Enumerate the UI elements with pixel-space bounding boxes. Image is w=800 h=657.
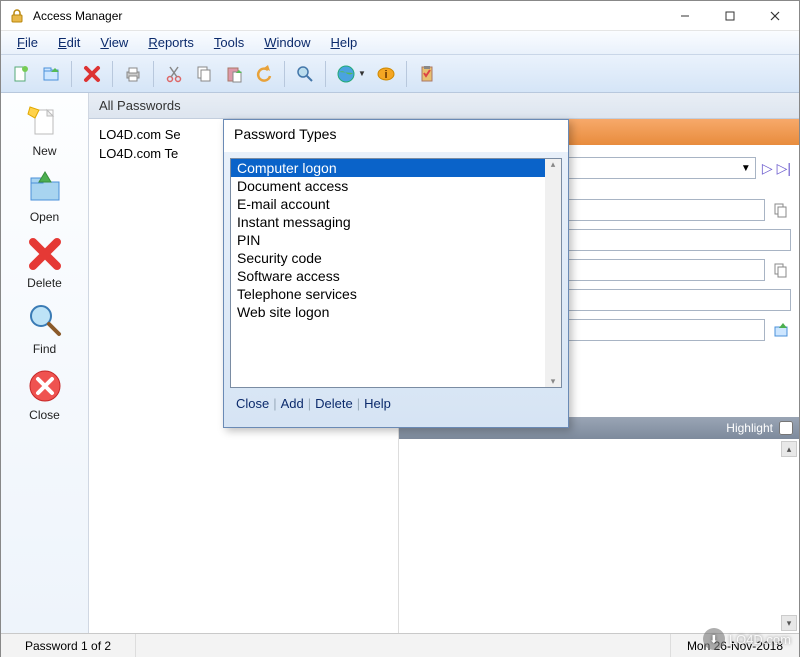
open-doc-icon[interactable] bbox=[37, 60, 65, 88]
list-item[interactable]: Security code bbox=[231, 249, 561, 267]
listbox-scrollbar[interactable]: ▴▾ bbox=[545, 159, 561, 387]
magnifier-icon bbox=[27, 302, 63, 338]
open-url-icon[interactable] bbox=[771, 320, 791, 340]
menu-window[interactable]: Window bbox=[254, 33, 320, 52]
copy-small-icon[interactable] bbox=[771, 260, 791, 280]
highlight-label: Highlight bbox=[726, 421, 773, 435]
copy-icon[interactable] bbox=[190, 60, 218, 88]
list-item[interactable]: Web site logon bbox=[231, 303, 561, 321]
info-icon[interactable]: i bbox=[372, 60, 400, 88]
statusbar: Password 1 of 2 Mon 26-Nov-2018 bbox=[1, 633, 799, 657]
new-file-icon bbox=[27, 104, 63, 140]
list-item[interactable]: Software access bbox=[231, 267, 561, 285]
list-item[interactable]: Document access bbox=[231, 177, 561, 195]
tab-all-passwords[interactable]: All Passwords bbox=[89, 93, 799, 119]
delete-x-icon[interactable] bbox=[78, 60, 106, 88]
clipboard-icon[interactable] bbox=[413, 60, 441, 88]
delete-icon bbox=[27, 236, 63, 272]
titlebar: Access Manager bbox=[1, 1, 799, 31]
print-icon[interactable] bbox=[119, 60, 147, 88]
minimize-button[interactable] bbox=[662, 2, 707, 30]
dialog-help-button[interactable]: Help bbox=[364, 396, 391, 411]
toolbar-sep bbox=[71, 61, 72, 87]
dialog-add-button[interactable]: Add bbox=[281, 396, 304, 411]
sidebar-find[interactable]: Find bbox=[9, 297, 81, 361]
find-icon[interactable] bbox=[291, 60, 319, 88]
new-doc-icon[interactable] bbox=[7, 60, 35, 88]
sidebar-new[interactable]: New bbox=[9, 99, 81, 163]
scroll-up-icon[interactable]: ▴ bbox=[781, 441, 797, 457]
close-circle-icon bbox=[27, 368, 63, 404]
tab-label: All Passwords bbox=[99, 98, 181, 113]
sidebar-open[interactable]: Open bbox=[9, 165, 81, 229]
status-count: Password 1 of 2 bbox=[1, 634, 136, 657]
watermark-text: LO4D.com bbox=[729, 632, 791, 647]
close-button[interactable] bbox=[752, 2, 797, 30]
toolbar-sep bbox=[325, 61, 326, 87]
toolbar-sep bbox=[284, 61, 285, 87]
sidebar-delete-label: Delete bbox=[27, 276, 62, 290]
list-item[interactable]: Computer logon bbox=[231, 159, 561, 177]
status-spacer bbox=[136, 634, 671, 657]
open-folder-icon bbox=[27, 170, 63, 206]
list-item[interactable]: Instant messaging bbox=[231, 213, 561, 231]
list-item[interactable]: Telephone services bbox=[231, 285, 561, 303]
types-listbox[interactable]: Computer logon Document access E-mail ac… bbox=[230, 158, 562, 388]
menu-edit[interactable]: Edit bbox=[48, 33, 90, 52]
sidebar-close-label: Close bbox=[29, 408, 60, 422]
sidebar-find-label: Find bbox=[33, 342, 56, 356]
cut-icon[interactable] bbox=[160, 60, 188, 88]
list-item[interactable]: PIN bbox=[231, 231, 561, 249]
chevron-down-icon: ▼ bbox=[358, 69, 366, 78]
menu-file[interactable]: File bbox=[7, 33, 48, 52]
sidebar-new-label: New bbox=[32, 144, 56, 158]
maximize-button[interactable] bbox=[707, 2, 752, 30]
toolbar-sep bbox=[153, 61, 154, 87]
sidebar-close[interactable]: Close bbox=[9, 363, 81, 427]
paste-icon[interactable] bbox=[220, 60, 248, 88]
dialog-close-button[interactable]: Close bbox=[236, 396, 269, 411]
sidebar: New Open Delete Find Close bbox=[1, 93, 89, 633]
menu-view[interactable]: View bbox=[90, 33, 138, 52]
menu-help[interactable]: Help bbox=[320, 33, 367, 52]
undo-icon[interactable] bbox=[250, 60, 278, 88]
password-types-dialog: Password Types Computer logon Document a… bbox=[223, 119, 569, 428]
dialog-delete-button[interactable]: Delete bbox=[315, 396, 353, 411]
skip-icon[interactable]: ▷| bbox=[777, 160, 791, 177]
dialog-title: Password Types bbox=[224, 120, 568, 152]
highlight-checkbox[interactable] bbox=[779, 421, 793, 435]
menubar: File Edit View Reports Tools Window Help bbox=[1, 31, 799, 55]
copy-small-icon[interactable] bbox=[771, 200, 791, 220]
list-item[interactable]: E-mail account bbox=[231, 195, 561, 213]
watermark: ⬇ LO4D.com bbox=[703, 628, 791, 650]
toolbar: ▼ i bbox=[1, 55, 799, 93]
sidebar-open-label: Open bbox=[30, 210, 59, 224]
svg-text:i: i bbox=[384, 69, 387, 81]
globe-icon[interactable]: ▼ bbox=[332, 60, 370, 88]
toolbar-sep bbox=[406, 61, 407, 87]
window-title: Access Manager bbox=[33, 9, 662, 23]
sidebar-delete[interactable]: Delete bbox=[9, 231, 81, 295]
menu-reports[interactable]: Reports bbox=[138, 33, 204, 52]
menu-tools[interactable]: Tools bbox=[204, 33, 254, 52]
lock-icon bbox=[9, 8, 25, 24]
download-icon: ⬇ bbox=[703, 628, 725, 650]
toolbar-sep bbox=[112, 61, 113, 87]
play-icon[interactable]: ▷ bbox=[762, 160, 773, 177]
